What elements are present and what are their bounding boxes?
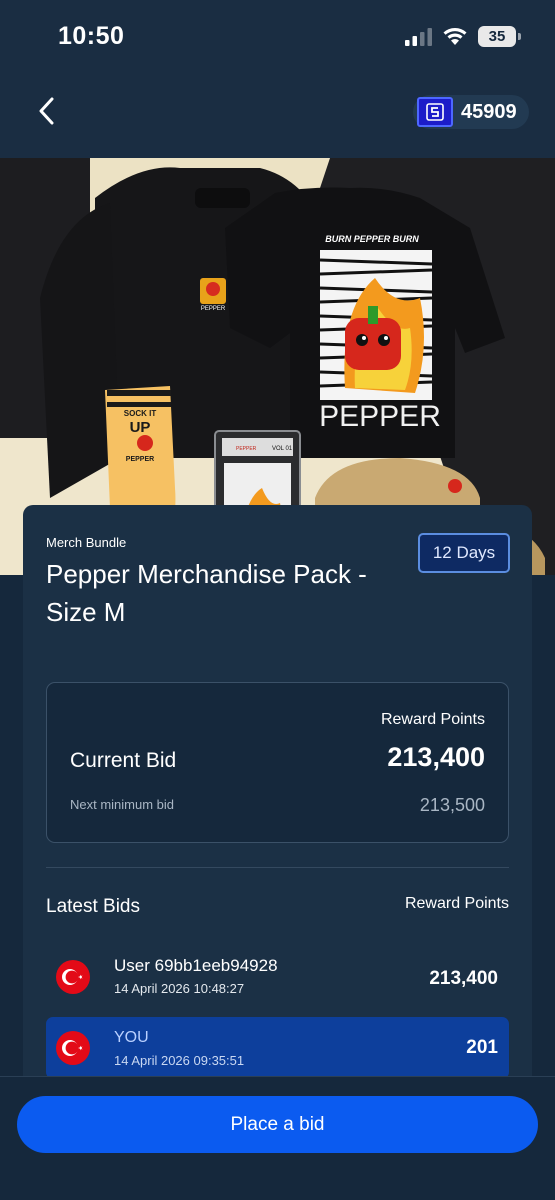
current-bid-panel: Reward Points Current Bid 213,400 Next m…	[46, 682, 509, 843]
wifi-icon	[443, 28, 467, 45]
points-balance[interactable]: 45909	[413, 95, 529, 129]
product-category: Merch Bundle	[46, 535, 127, 550]
current-bid-label: Current Bid	[70, 749, 177, 772]
svg-text:PEPPER: PEPPER	[126, 456, 154, 463]
bottom-action-bar: Place a bid	[0, 1076, 555, 1200]
svg-text:SOCK IT: SOCK IT	[124, 409, 157, 418]
bid-row[interactable]: User 69bb1eeb94928 14 April 2026 10:48:2…	[46, 948, 509, 1005]
current-bid-value: 213,400	[387, 742, 485, 772]
turkey-flag-icon	[56, 1031, 90, 1065]
latest-bids-reward-label: Reward Points	[404, 895, 509, 912]
bid-amount: 201	[466, 1037, 498, 1058]
reward-points-label: Reward Points	[380, 711, 485, 728]
svg-text:PEPPER: PEPPER	[319, 400, 441, 433]
bid-time: 14 April 2026 09:35:51	[114, 1053, 245, 1068]
top-bar: 10:50 35 45909	[0, 0, 555, 158]
svg-text:PEPPER: PEPPER	[201, 306, 226, 312]
place-bid-button[interactable]: Place a bid	[17, 1096, 538, 1153]
product-title: Pepper Merchandise Pack - Size M	[46, 559, 367, 627]
status-time: 10:50	[58, 22, 125, 50]
time-left-badge: 12 Days	[418, 533, 510, 573]
bid-row-own[interactable]: YOU 14 April 2026 09:35:51 201	[46, 1017, 509, 1079]
svg-text:UP: UP	[130, 419, 151, 436]
svg-text:VOL 01: VOL 01	[272, 446, 293, 452]
next-min-bid-value: 213,500	[419, 795, 485, 815]
battery-icon: 35	[478, 26, 521, 47]
divider	[46, 867, 509, 868]
bid-time: 14 April 2026 10:48:27	[114, 981, 245, 996]
back-button[interactable]	[30, 92, 62, 130]
points-balance-value: 45909	[461, 100, 517, 123]
bid-user: User 69bb1eeb94928	[114, 956, 278, 975]
bid-user: YOU	[114, 1029, 149, 1046]
bid-amount: 213,400	[429, 968, 498, 989]
signal-icon	[405, 28, 432, 46]
turkey-flag-icon	[56, 960, 90, 994]
next-min-bid-label: Next minimum bid	[70, 797, 175, 812]
product-card: Merch Bundle Pepper Merchandise Pack - S…	[23, 505, 532, 1145]
svg-text:BURN PEPPER BURN: BURN PEPPER BURN	[325, 234, 419, 244]
points-logo-icon	[417, 97, 453, 127]
latest-bids-title: Latest Bids	[46, 896, 140, 917]
chevron-left-icon	[39, 97, 54, 125]
svg-text:PEPPER: PEPPER	[236, 446, 257, 452]
